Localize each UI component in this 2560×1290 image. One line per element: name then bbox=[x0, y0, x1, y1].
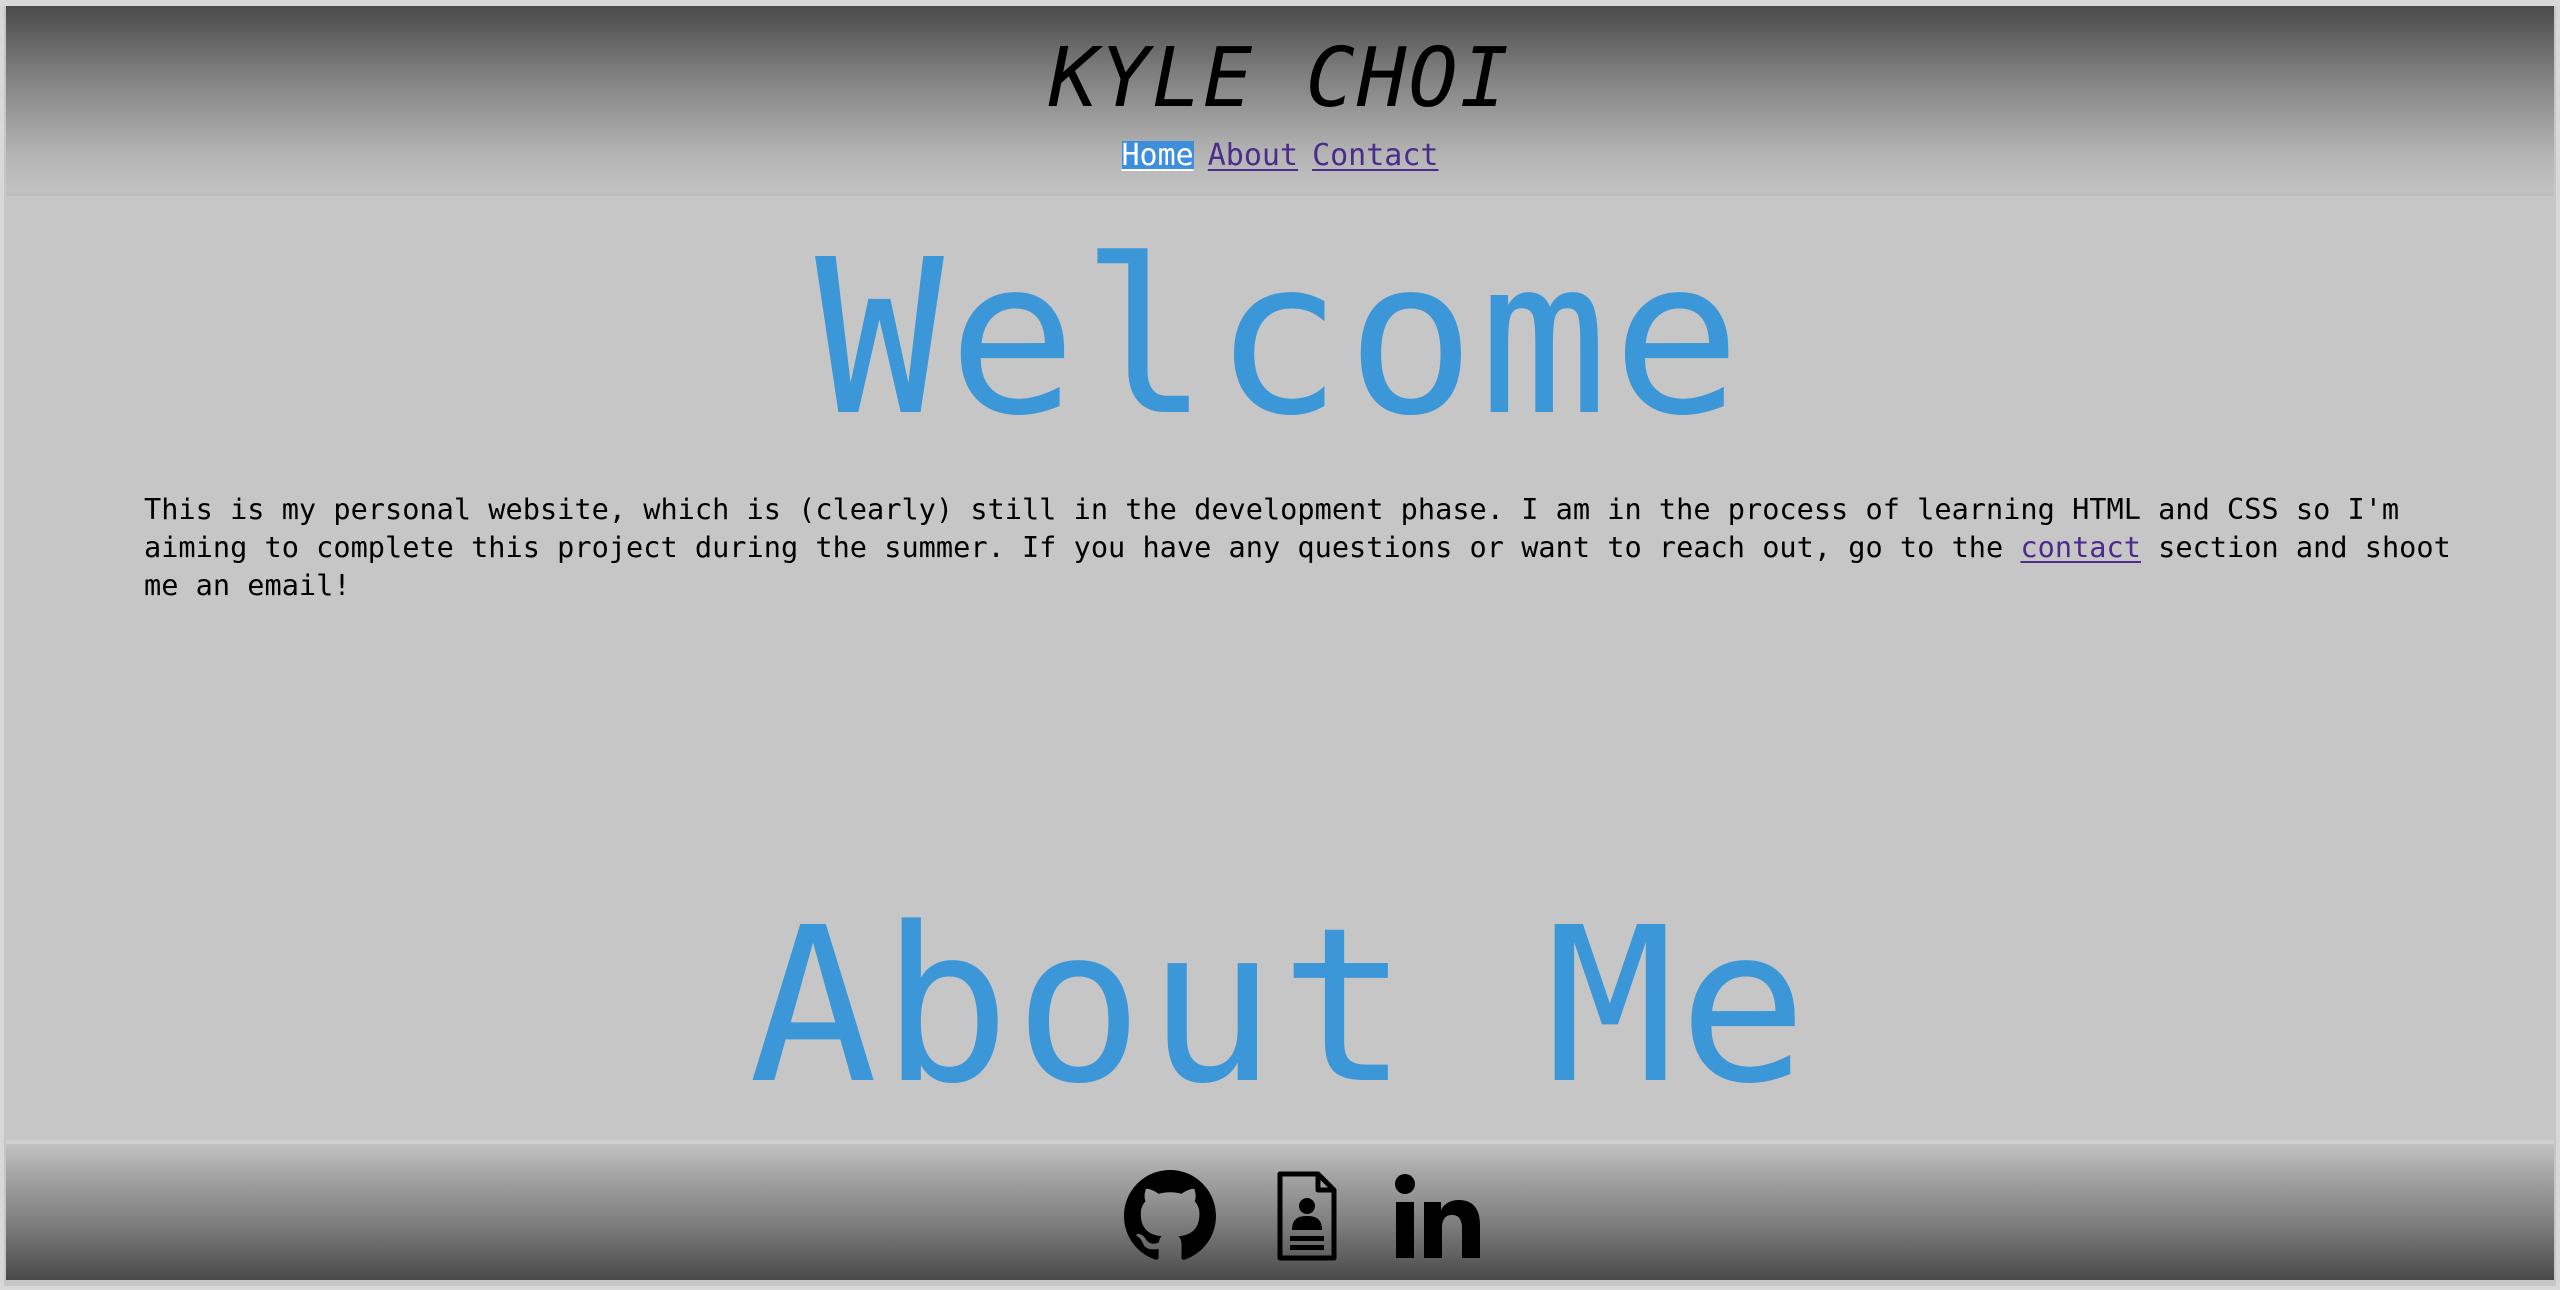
intro-paragraph: This is my personal website, which is (c… bbox=[144, 490, 2464, 604]
site-footer bbox=[6, 1140, 2554, 1280]
about-heading: About Me bbox=[748, 882, 1812, 1131]
nav-link-about[interactable]: About bbox=[1208, 141, 1298, 171]
github-icon[interactable] bbox=[1124, 1170, 1216, 1262]
main-nav: Home About Contact bbox=[6, 141, 2554, 171]
resume-icon[interactable] bbox=[1260, 1170, 1352, 1262]
site-title: KYLE CHOI bbox=[1048, 31, 1512, 126]
site-header: KYLE CHOI Home About Contact bbox=[6, 6, 2554, 196]
linkedin-icon[interactable] bbox=[1392, 1172, 1482, 1262]
nav-link-contact[interactable]: Contact bbox=[1312, 141, 1438, 171]
intro-contact-link[interactable]: contact bbox=[2020, 530, 2141, 564]
nav-link-home[interactable]: Home bbox=[1121, 141, 1194, 171]
welcome-heading: Welcome bbox=[815, 214, 1745, 463]
